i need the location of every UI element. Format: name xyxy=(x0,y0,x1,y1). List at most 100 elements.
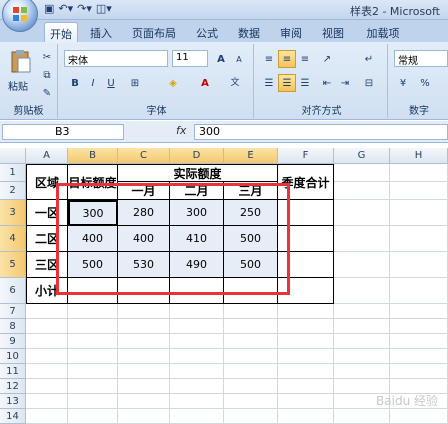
accounting-format-icon[interactable]: ¥ xyxy=(394,74,412,92)
column-header-d[interactable]: D xyxy=(170,148,224,164)
column-header-b[interactable]: B xyxy=(68,148,118,164)
empty-cell[interactable] xyxy=(170,364,224,379)
percent-button[interactable]: % xyxy=(416,74,434,92)
empty-cell[interactable] xyxy=(170,304,224,319)
save-icon[interactable]: ▣ xyxy=(44,2,54,15)
tab-review[interactable]: 审阅 xyxy=(274,22,308,42)
orientation-icon[interactable]: ↗ xyxy=(318,50,336,68)
align-right-icon[interactable]: ☰ xyxy=(296,74,314,92)
row-header-10[interactable]: 10 xyxy=(0,349,26,364)
empty-cell[interactable] xyxy=(68,304,118,319)
tab-data[interactable]: 数据 xyxy=(232,22,266,42)
underline-button[interactable]: U xyxy=(102,74,120,92)
empty-cell[interactable] xyxy=(26,319,68,334)
paste-icon[interactable] xyxy=(10,48,32,74)
italic-button[interactable]: I xyxy=(84,74,102,92)
decrease-indent-icon[interactable]: ⇤ xyxy=(318,74,336,92)
empty-cell[interactable] xyxy=(390,252,448,278)
undo-icon[interactable]: ↶▾ xyxy=(58,2,73,15)
empty-cell[interactable] xyxy=(118,394,170,409)
empty-cell[interactable] xyxy=(26,334,68,349)
insert-function-button[interactable]: fx xyxy=(176,124,186,137)
paste-label[interactable]: 粘贴 xyxy=(8,78,28,93)
row-header-7[interactable]: 7 xyxy=(0,304,26,319)
empty-cell[interactable] xyxy=(224,304,278,319)
row-header-8[interactable]: 8 xyxy=(0,319,26,334)
row-header-1[interactable]: 1 xyxy=(0,164,26,182)
empty-cell[interactable] xyxy=(118,364,170,379)
empty-cell[interactable] xyxy=(390,409,448,424)
font-size-select[interactable]: 11 xyxy=(172,50,208,67)
empty-cell[interactable] xyxy=(68,349,118,364)
empty-cell[interactable] xyxy=(390,200,448,226)
empty-cell[interactable] xyxy=(334,409,390,424)
select-all-corner[interactable] xyxy=(0,148,26,164)
empty-cell[interactable] xyxy=(278,304,334,319)
column-header-g[interactable]: G xyxy=(334,148,390,164)
empty-cell[interactable] xyxy=(334,304,390,319)
empty-cell[interactable] xyxy=(278,379,334,394)
tab-home[interactable]: 开始 xyxy=(44,22,78,42)
empty-cell[interactable] xyxy=(118,379,170,394)
number-format-select[interactable]: 常规 xyxy=(394,50,448,67)
grow-font-button[interactable]: A xyxy=(212,50,230,68)
empty-cell[interactable] xyxy=(334,226,390,252)
empty-cell[interactable] xyxy=(26,304,68,319)
merge-center-icon[interactable]: ⊟ xyxy=(360,74,378,92)
tab-page-layout[interactable]: 页面布局 xyxy=(126,22,182,42)
empty-cell[interactable] xyxy=(278,319,334,334)
cut-icon[interactable]: ✂ xyxy=(38,48,56,66)
font-color-icon[interactable]: A xyxy=(196,74,214,92)
empty-cell[interactable] xyxy=(224,364,278,379)
tab-view[interactable]: 视图 xyxy=(316,22,350,42)
shrink-font-button[interactable]: A xyxy=(230,50,248,68)
empty-cell[interactable] xyxy=(118,304,170,319)
empty-cell[interactable] xyxy=(118,334,170,349)
row-header-6[interactable]: 6 xyxy=(0,278,26,304)
empty-cell[interactable] xyxy=(334,334,390,349)
align-center-icon[interactable]: ☰ xyxy=(278,74,296,92)
row-header-2[interactable]: 2 xyxy=(0,182,26,200)
empty-cell[interactable] xyxy=(224,379,278,394)
empty-cell[interactable] xyxy=(334,164,390,182)
font-name-select[interactable]: 宋体 xyxy=(64,50,168,67)
empty-cell[interactable] xyxy=(170,334,224,349)
print-preview-icon[interactable]: ◫▾ xyxy=(96,2,112,15)
increase-indent-icon[interactable]: ⇥ xyxy=(336,74,354,92)
empty-cell[interactable] xyxy=(118,409,170,424)
empty-cell[interactable] xyxy=(390,319,448,334)
empty-cell[interactable] xyxy=(170,409,224,424)
row-header-3[interactable]: 3 xyxy=(0,200,26,226)
align-middle-icon[interactable]: ≡ xyxy=(278,50,296,68)
column-header-e[interactable]: E xyxy=(224,148,278,164)
empty-cell[interactable] xyxy=(118,349,170,364)
empty-cell[interactable] xyxy=(68,334,118,349)
empty-cell[interactable] xyxy=(334,200,390,226)
empty-cell[interactable] xyxy=(278,364,334,379)
empty-cell[interactable] xyxy=(224,409,278,424)
borders-icon[interactable]: ⊞ xyxy=(126,74,144,92)
column-header-h[interactable]: H xyxy=(390,148,448,164)
empty-cell[interactable] xyxy=(68,364,118,379)
empty-cell[interactable] xyxy=(390,349,448,364)
redo-icon[interactable]: ↷▾ xyxy=(77,2,92,15)
empty-cell[interactable] xyxy=(68,409,118,424)
empty-cell[interactable] xyxy=(68,394,118,409)
align-bottom-icon[interactable]: ≡ xyxy=(296,50,314,68)
row-header-9[interactable]: 9 xyxy=(0,334,26,349)
tab-insert[interactable]: 插入 xyxy=(84,22,118,42)
empty-cell[interactable] xyxy=(390,278,448,304)
empty-cell[interactable] xyxy=(68,319,118,334)
phonetic-icon[interactable]: 文 xyxy=(226,74,244,92)
empty-cell[interactable] xyxy=(278,349,334,364)
wrap-text-icon[interactable]: ↵ xyxy=(360,50,378,68)
empty-cell[interactable] xyxy=(390,226,448,252)
row-header-5[interactable]: 5 xyxy=(0,252,26,278)
empty-cell[interactable] xyxy=(278,394,334,409)
empty-cell[interactable] xyxy=(334,252,390,278)
tab-formulas[interactable]: 公式 xyxy=(190,22,224,42)
empty-cell[interactable] xyxy=(170,319,224,334)
empty-cell[interactable] xyxy=(26,364,68,379)
empty-cell[interactable] xyxy=(390,164,448,182)
empty-cell[interactable] xyxy=(334,364,390,379)
